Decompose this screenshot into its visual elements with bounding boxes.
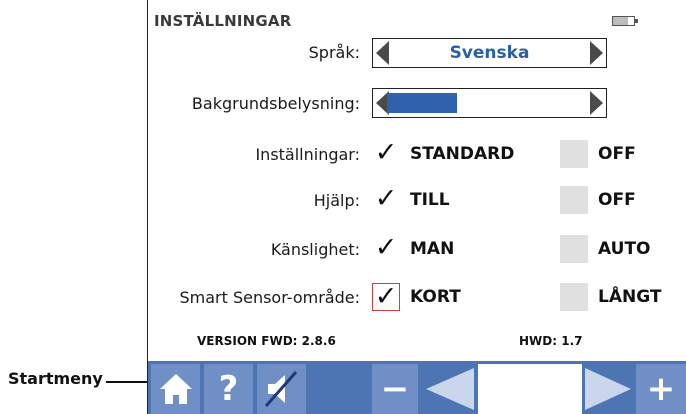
checkmark-icon: ✓: [374, 232, 398, 263]
backlight-label: Bakgrundsbelysning:: [191, 94, 360, 113]
device-screen: INSTÄLLNINGAR Språk: Svenska Bakgrundsbe…: [147, 0, 686, 414]
battery-level-fill: [613, 17, 628, 25]
language-label: Språk:: [308, 43, 360, 62]
checkbox-off[interactable]: [560, 186, 588, 214]
option-standard: STANDARD: [410, 144, 515, 164]
option-kort: KORT: [410, 287, 461, 307]
firmware-version: VERSION FWD: 2.8.6: [197, 334, 336, 348]
checkmark-icon: ✓: [374, 281, 398, 312]
minus-icon: −: [380, 369, 410, 409]
page-title: INSTÄLLNINGAR: [154, 12, 292, 30]
language-value: Svenska: [449, 43, 530, 63]
row-label-smart-sensor: Smart Sensor-område:: [179, 288, 360, 307]
chevron-right-icon[interactable]: [590, 91, 603, 115]
option-till: TILL: [410, 190, 450, 210]
next-button[interactable]: [582, 364, 634, 414]
backlight-slider[interactable]: [372, 88, 607, 118]
battery-terminal: [635, 19, 638, 23]
help-icon: ?: [218, 369, 239, 409]
battery-icon: [612, 16, 635, 26]
previous-button[interactable]: [422, 364, 478, 414]
option-off: OFF: [598, 190, 636, 210]
home-icon: [159, 374, 192, 404]
help-button[interactable]: ?: [204, 364, 253, 414]
language-selector[interactable]: Svenska: [372, 38, 607, 68]
minus-button[interactable]: −: [372, 364, 418, 414]
checkbox-standard[interactable]: ✓: [372, 137, 400, 168]
option-langt: LÅNGT: [598, 287, 662, 307]
speaker-muted-icon: [264, 371, 297, 407]
mute-button[interactable]: [257, 364, 306, 414]
row-label-kanslighet: Känslighet:: [270, 240, 360, 259]
checkmark-icon: ✓: [374, 183, 398, 214]
checkmark-icon: ✓: [374, 137, 398, 168]
option-off: OFF: [598, 144, 636, 164]
row-label-hjalp: Hjälp:: [313, 191, 360, 210]
plus-icon: +: [646, 369, 676, 409]
checkbox-kort[interactable]: ✓: [372, 283, 400, 311]
checkbox-auto[interactable]: [560, 235, 588, 263]
callout-line: [106, 381, 150, 383]
chevron-right-icon[interactable]: [590, 41, 603, 65]
home-button[interactable]: [151, 364, 200, 414]
hardware-version: HWD: 1.7: [519, 334, 583, 348]
value-display: [478, 364, 582, 414]
checkbox-langt[interactable]: [560, 283, 588, 311]
checkbox-till[interactable]: ✓: [372, 183, 400, 214]
plus-button[interactable]: +: [636, 364, 686, 414]
option-man: MAN: [410, 239, 455, 259]
option-auto: AUTO: [598, 239, 651, 259]
row-label-installningar: Inställningar:: [255, 145, 360, 164]
arrow-left-icon: [426, 368, 474, 410]
checkbox-off[interactable]: [560, 140, 588, 168]
checkbox-man[interactable]: ✓: [372, 232, 400, 263]
backlight-level-fill: [387, 93, 457, 113]
callout-startmeny: Startmeny: [8, 369, 103, 388]
arrow-right-icon: [585, 368, 631, 410]
